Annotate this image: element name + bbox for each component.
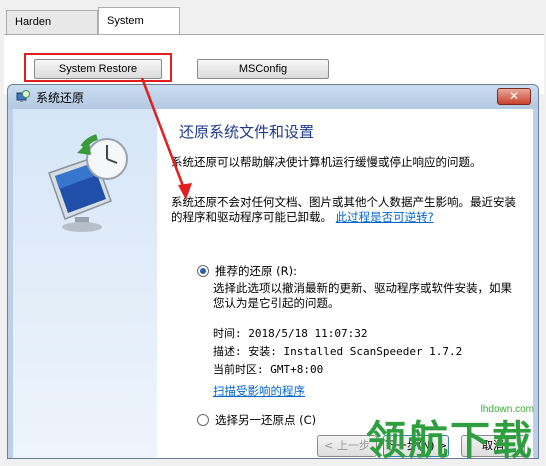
restore-timezone: 当前时区: GMT+8:00 bbox=[213, 363, 324, 376]
tab-strip: Harden Windows System Tools bbox=[0, 0, 546, 53]
close-button[interactable]: ✕ bbox=[497, 88, 531, 105]
restore-description: 描述: 安装: Installed ScanSpeeder 1.7.2 bbox=[213, 345, 463, 358]
restore-time: 时间: 2018/5/18 11:07:32 bbox=[213, 327, 368, 340]
recommended-label: 推荐的还原 (R): bbox=[215, 264, 297, 278]
page-heading: 还原系统文件和设置 bbox=[179, 123, 315, 141]
recommended-restore-option[interactable]: 推荐的还原 (R): bbox=[197, 263, 297, 279]
other-restore-option[interactable]: 选择另一还原点 (C) bbox=[197, 412, 316, 428]
recommended-description: 选择此选项以撤消最新的更新、驱动程序或软件安装，如果您认为是它引起的问题。 bbox=[213, 281, 512, 310]
reversible-link[interactable]: 此过程是否可逆转? bbox=[336, 210, 434, 224]
sidebar-panel bbox=[13, 109, 157, 458]
note-text: 系统还原不会对任何文档、图片或其他个人数据产生影响。最近安装的程序和驱动程序可能… bbox=[171, 195, 521, 225]
title-bar[interactable]: 系统还原 ✕ bbox=[8, 85, 538, 109]
msconfig-button[interactable]: MSConfig bbox=[197, 59, 329, 79]
tab-system-tools[interactable]: System Tools bbox=[98, 7, 180, 53]
tab-harden-windows[interactable]: Harden Windows bbox=[6, 10, 98, 50]
other-label: 选择另一还原点 (C) bbox=[215, 413, 317, 427]
window-title: 系统还原 bbox=[36, 91, 85, 105]
system-restore-icon bbox=[16, 90, 30, 102]
computer-clock-icon bbox=[48, 134, 128, 232]
watermark: lhdown.com 领航下载 bbox=[366, 398, 544, 464]
other-radio[interactable] bbox=[197, 414, 209, 426]
scan-affected-programs-link[interactable]: 扫描受影响的程序 bbox=[213, 383, 305, 399]
highlight-box bbox=[24, 53, 172, 82]
intro-text: 系统还原可以帮助解决使计算机运行缓慢或停止响应的问题。 bbox=[171, 155, 482, 169]
recommended-radio[interactable] bbox=[197, 265, 209, 277]
watermark-brand: 领航下载 bbox=[366, 418, 534, 464]
